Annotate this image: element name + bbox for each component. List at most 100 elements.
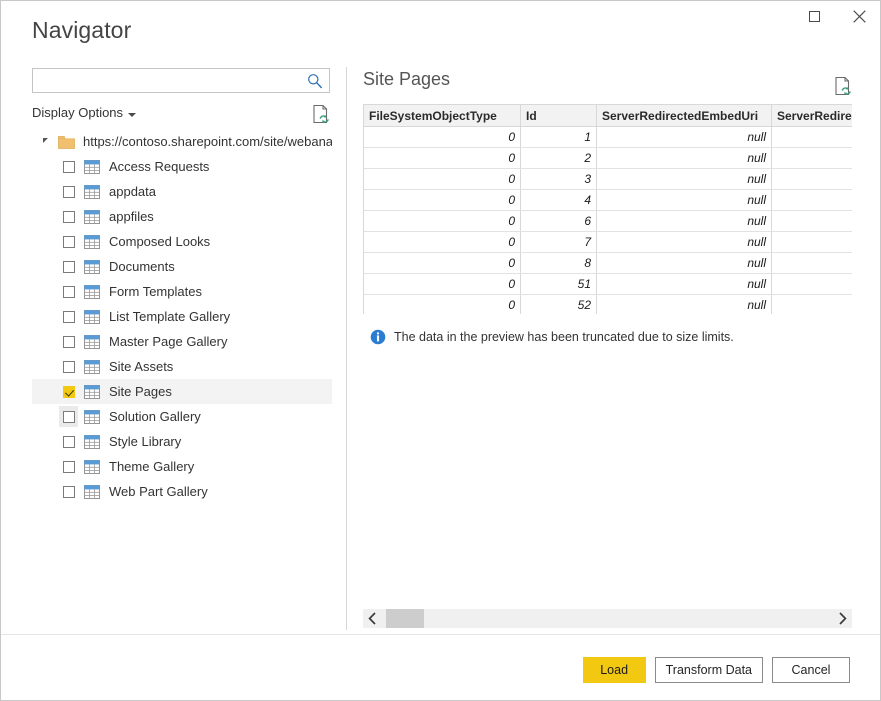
checkbox-icon[interactable]: [63, 186, 75, 198]
table-row[interactable]: 06null: [364, 211, 852, 232]
table-icon: [84, 210, 100, 224]
checkbox-icon[interactable]: [63, 236, 75, 248]
table-row[interactable]: 051null: [364, 274, 852, 295]
tree-item-appfiles[interactable]: appfiles: [32, 204, 332, 229]
checkbox-wrap[interactable]: [59, 256, 78, 277]
checkbox-wrap[interactable]: [59, 431, 78, 452]
checkbox-wrap[interactable]: [59, 281, 78, 302]
checkbox-icon[interactable]: [63, 361, 75, 373]
checkbox-wrap[interactable]: [59, 306, 78, 327]
checkbox-icon[interactable]: [63, 336, 75, 348]
tree-item-label: appdata: [109, 184, 156, 199]
display-options-button[interactable]: Display Options: [32, 105, 123, 120]
tree-item-label: Access Requests: [109, 159, 209, 174]
checkbox-icon[interactable]: [63, 461, 75, 473]
horizontal-scrollbar[interactable]: [363, 609, 852, 628]
checkbox-icon[interactable]: [63, 161, 75, 173]
tree-item-theme-gallery[interactable]: Theme Gallery: [32, 454, 332, 479]
checkbox-wrap[interactable]: [59, 331, 78, 352]
maximize-button[interactable]: [792, 1, 837, 31]
checkbox-wrap[interactable]: [59, 381, 78, 402]
tree-item-site-assets[interactable]: Site Assets: [32, 354, 332, 379]
table-row[interactable]: 08null: [364, 253, 852, 274]
tree-item-solution-gallery[interactable]: Solution Gallery: [32, 404, 332, 429]
checkbox-icon[interactable]: [63, 436, 75, 448]
checkbox-wrap[interactable]: [59, 156, 78, 177]
table-cell: [772, 190, 853, 211]
table-cell: null: [597, 190, 772, 211]
preview-header: Site Pages: [363, 67, 853, 103]
table-row[interactable]: 02null: [364, 148, 852, 169]
table-icon: [84, 460, 100, 474]
tree-item-site-pages[interactable]: Site Pages: [32, 379, 332, 404]
tree-root-node[interactable]: https://contoso.sharepoint.com/site/weba…: [32, 129, 332, 154]
preview-data-grid[interactable]: FileSystemObjectTypeIdServerRedirectedEm…: [363, 104, 852, 314]
cancel-button[interactable]: Cancel: [772, 657, 850, 683]
scrollbar-thumb[interactable]: [386, 609, 424, 628]
table-cell: 0: [364, 274, 521, 295]
column-header[interactable]: ServerRedirectedEmbed: [772, 105, 853, 127]
checkbox-icon[interactable]: [63, 411, 75, 423]
chevron-right-icon[interactable]: [833, 609, 852, 628]
table-cell: 3: [521, 169, 597, 190]
table-icon: [84, 160, 100, 174]
tree-item-appdata[interactable]: appdata: [32, 179, 332, 204]
table-cell: null: [597, 274, 772, 295]
table-icon: [84, 335, 100, 349]
table-header-row: FileSystemObjectTypeIdServerRedirectedEm…: [364, 105, 852, 127]
table-cell: 0: [364, 148, 521, 169]
table-row[interactable]: 01null: [364, 127, 852, 148]
tree-item-label: Documents: [109, 259, 175, 274]
column-header[interactable]: FileSystemObjectType: [364, 105, 521, 127]
tree-item-style-library[interactable]: Style Library: [32, 429, 332, 454]
checkbox-icon[interactable]: [63, 311, 75, 323]
truncation-notice-text: The data in the preview has been truncat…: [394, 330, 734, 344]
checkbox-wrap[interactable]: [59, 231, 78, 252]
checkbox-icon[interactable]: [63, 261, 75, 273]
info-icon: [370, 329, 386, 345]
table-row[interactable]: 052null: [364, 295, 852, 315]
table-cell: null: [597, 253, 772, 274]
table-row[interactable]: 03null: [364, 169, 852, 190]
checkbox-wrap[interactable]: [59, 181, 78, 202]
page-refresh-icon[interactable]: [312, 104, 330, 124]
column-header[interactable]: Id: [521, 105, 597, 127]
search-icon[interactable]: [306, 72, 324, 90]
triangle-expanded-icon[interactable]: [38, 129, 52, 154]
checkbox-icon[interactable]: [63, 286, 75, 298]
table-icon: [84, 260, 100, 274]
search-input[interactable]: [33, 69, 301, 92]
table-cell: 8: [521, 253, 597, 274]
checkbox-wrap[interactable]: [59, 406, 78, 427]
table-cell: null: [597, 148, 772, 169]
chevron-down-icon[interactable]: [128, 113, 136, 117]
column-header[interactable]: ServerRedirectedEmbedUri: [597, 105, 772, 127]
checkbox-wrap[interactable]: [59, 206, 78, 227]
tree-item-list-template-gallery[interactable]: List Template Gallery: [32, 304, 332, 329]
tree-item-web-part-gallery[interactable]: Web Part Gallery: [32, 479, 332, 504]
table-cell: [772, 253, 853, 274]
tree-item-documents[interactable]: Documents: [32, 254, 332, 279]
checkbox-wrap[interactable]: [59, 356, 78, 377]
table-row[interactable]: 04null: [364, 190, 852, 211]
search-box[interactable]: [32, 68, 330, 93]
transform-data-button[interactable]: Transform Data: [655, 657, 763, 683]
table-row[interactable]: 07null: [364, 232, 852, 253]
checkbox-icon[interactable]: [63, 486, 75, 498]
checkbox-wrap[interactable]: [59, 456, 78, 477]
tree-item-form-templates[interactable]: Form Templates: [32, 279, 332, 304]
load-button[interactable]: Load: [583, 657, 646, 683]
tree-item-access-requests[interactable]: Access Requests: [32, 154, 332, 179]
chevron-left-icon[interactable]: [363, 609, 382, 628]
tree-item-composed-looks[interactable]: Composed Looks: [32, 229, 332, 254]
table-cell: 1: [521, 127, 597, 148]
close-button[interactable]: [837, 1, 881, 31]
chevron-left-glyph: [368, 612, 377, 625]
checkbox-wrap[interactable]: [59, 481, 78, 502]
chevron-right-glyph: [838, 612, 847, 625]
tree-item-master-page-gallery[interactable]: Master Page Gallery: [32, 329, 332, 354]
table-cell: 52: [521, 295, 597, 315]
page-refresh-icon[interactable]: [834, 76, 852, 96]
checkbox-checked-icon[interactable]: [63, 386, 75, 398]
checkbox-icon[interactable]: [63, 211, 75, 223]
